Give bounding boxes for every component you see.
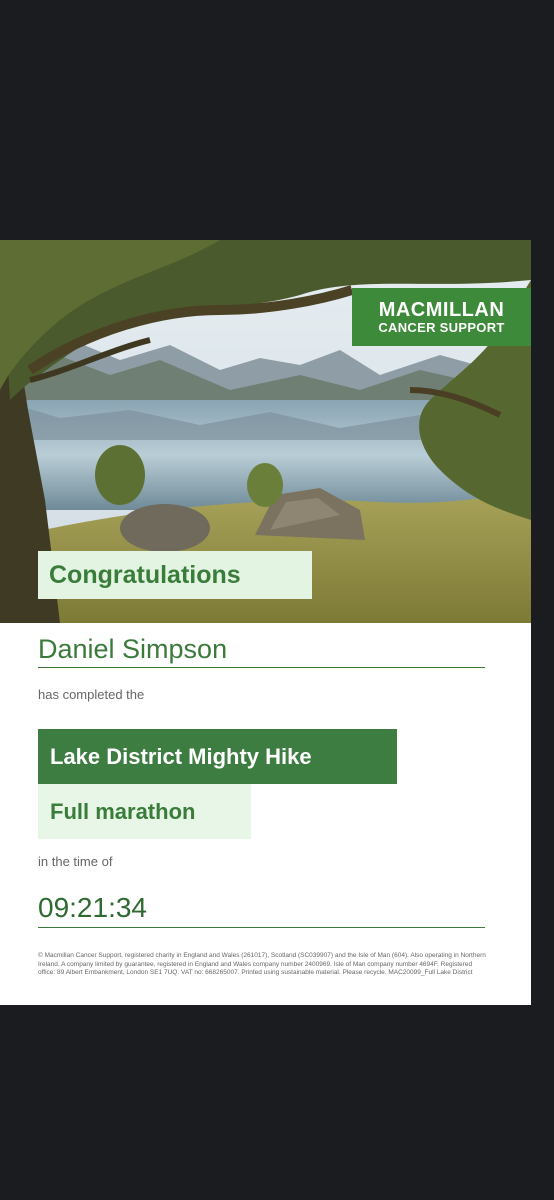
participant-name: Daniel Simpson xyxy=(38,630,485,668)
time-label: in the time of xyxy=(38,854,113,869)
logo-line1: MACMILLAN xyxy=(378,298,505,321)
lake-district-photo: MACMILLAN CANCER SUPPORT Congratulations xyxy=(0,240,531,623)
logo-line2: CANCER SUPPORT xyxy=(378,319,505,335)
distance-label: Full marathon xyxy=(38,784,251,839)
congratulations-heading: Congratulations xyxy=(38,551,312,599)
event-name: Lake District Mighty Hike xyxy=(38,729,397,784)
certificate: MACMILLAN CANCER SUPPORT Congratulations… xyxy=(0,240,531,1005)
legal-text: © Macmillan Cancer Support, registered c… xyxy=(38,952,486,977)
macmillan-logo: MACMILLAN CANCER SUPPORT xyxy=(352,288,531,346)
finish-time: 09:21:34 xyxy=(38,888,485,928)
completed-label: has completed the xyxy=(38,687,145,702)
